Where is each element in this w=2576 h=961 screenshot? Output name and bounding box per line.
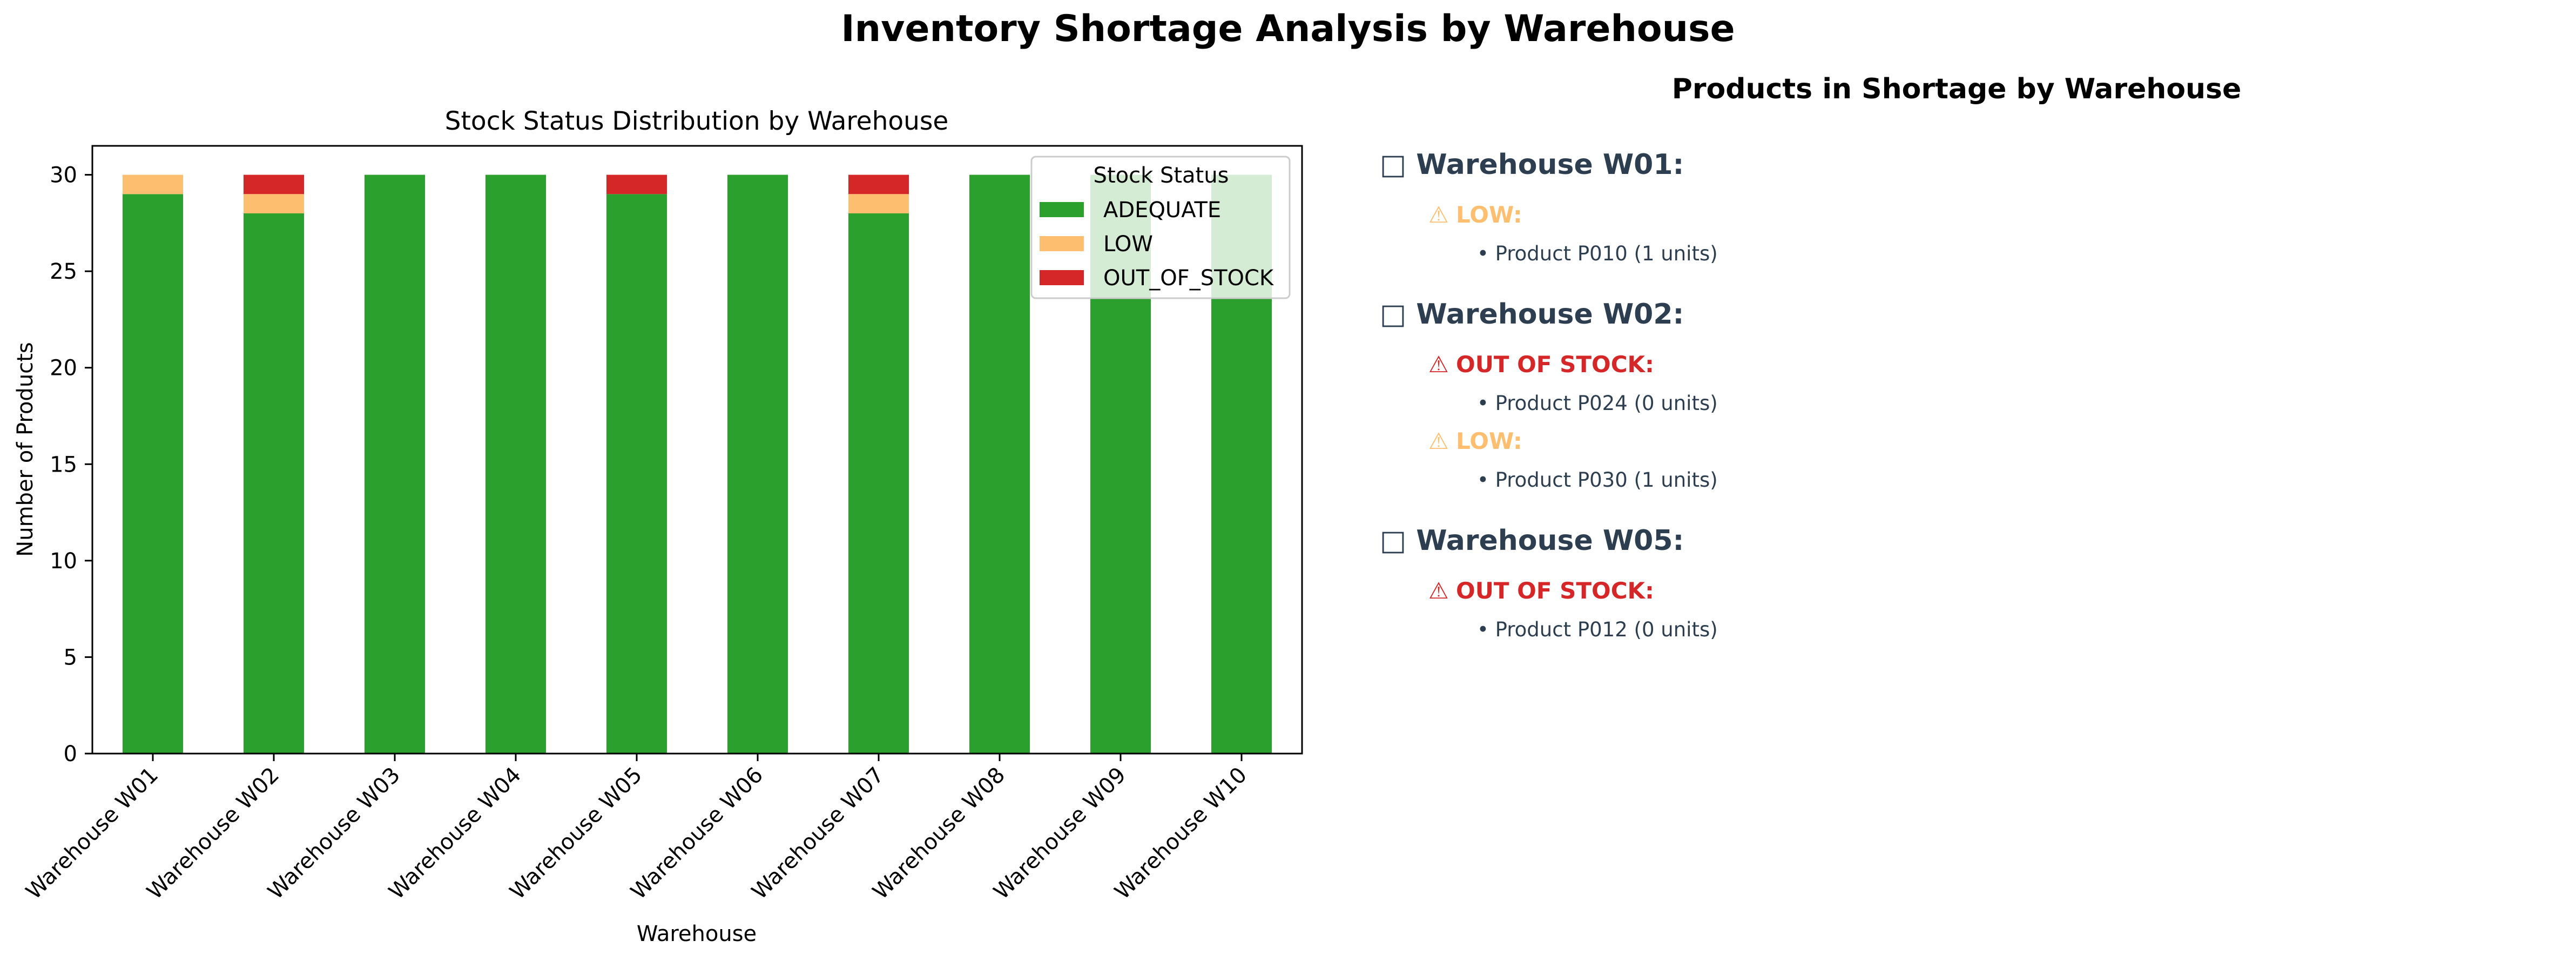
bar-out-of-stock	[848, 174, 909, 194]
warehouse-heading: □ Warehouse W05:	[1380, 525, 1684, 557]
y-axis-label: Number of Products	[13, 342, 38, 556]
product-item: • Product P030 (1 units)	[1477, 468, 1718, 492]
bar-low	[244, 194, 304, 213]
legend-label: LOW	[1103, 232, 1153, 257]
status-heading: ⚠ LOW:	[1428, 201, 1522, 228]
warehouse-name: Warehouse W05:	[1416, 525, 1684, 557]
y-tick-label: 0	[64, 742, 77, 767]
x-axis-label: Warehouse	[637, 922, 757, 946]
legend-swatch	[1040, 270, 1084, 285]
figure-canvas: Inventory Shortage Analysis by Warehouse…	[0, 0, 2576, 961]
status-label: LOW:	[1456, 428, 1522, 454]
bar-out-of-stock	[244, 174, 304, 194]
figure-title: Inventory Shortage Analysis by Warehouse	[841, 8, 1735, 50]
bar-adequate	[244, 213, 304, 754]
bar-adequate	[727, 174, 788, 754]
y-tick-label: 5	[64, 645, 77, 670]
status-label: OUT OF STOCK:	[1456, 351, 1654, 378]
package-icon: □	[1380, 525, 1416, 557]
status-label: OUT OF STOCK:	[1456, 577, 1654, 604]
chart-legend: Stock Status ADEQUATE LOW OUT_OF_STOCK	[1030, 156, 1291, 299]
product-item: • Product P024 (0 units)	[1477, 392, 1718, 415]
status-heading: ⚠ OUT OF STOCK:	[1428, 351, 1654, 378]
package-icon: □	[1380, 149, 1416, 181]
warning-icon: ⚠	[1428, 428, 1456, 454]
legend-label: ADEQUATE	[1103, 198, 1221, 223]
status-heading: ⚠ LOW:	[1428, 428, 1522, 454]
y-tick-label: 15	[50, 452, 77, 477]
bar-adequate	[848, 213, 909, 754]
warehouse-name: Warehouse W02:	[1416, 298, 1684, 331]
y-tick-label: 10	[50, 549, 77, 574]
bar-adequate	[606, 194, 667, 754]
legend-swatch	[1040, 236, 1084, 251]
product-item: • Product P010 (1 units)	[1477, 242, 1718, 265]
warning-icon: ⚠	[1428, 201, 1456, 228]
warehouse-heading: □ Warehouse W02:	[1380, 298, 1684, 331]
y-tick-label: 20	[50, 356, 77, 381]
product-item: • Product P012 (0 units)	[1477, 618, 1718, 641]
bar-out-of-stock	[606, 174, 667, 194]
chart-title: Stock Status Distribution by Warehouse	[445, 106, 949, 136]
warehouse-name: Warehouse W01:	[1416, 149, 1684, 181]
bar-low	[848, 194, 909, 213]
warning-icon: ⚠	[1428, 577, 1456, 604]
status-label: LOW:	[1456, 201, 1522, 228]
y-tick-label: 30	[50, 163, 77, 188]
legend-label: OUT_OF_STOCK	[1103, 266, 1274, 291]
bar-low	[123, 174, 183, 194]
panel-title: Products in Shortage by Warehouse	[1672, 73, 2242, 105]
y-tick-label: 25	[50, 259, 77, 284]
legend-title: Stock Status	[1094, 163, 1229, 188]
bar-adequate	[969, 174, 1030, 754]
package-icon: □	[1380, 298, 1416, 331]
warning-icon: ⚠	[1428, 351, 1456, 378]
bar-adequate	[123, 194, 183, 754]
legend-swatch	[1040, 202, 1084, 217]
bar-adequate	[485, 174, 546, 754]
warehouse-heading: □ Warehouse W01:	[1380, 149, 1684, 181]
status-heading: ⚠ OUT OF STOCK:	[1428, 577, 1654, 604]
bar-adequate	[365, 174, 425, 754]
